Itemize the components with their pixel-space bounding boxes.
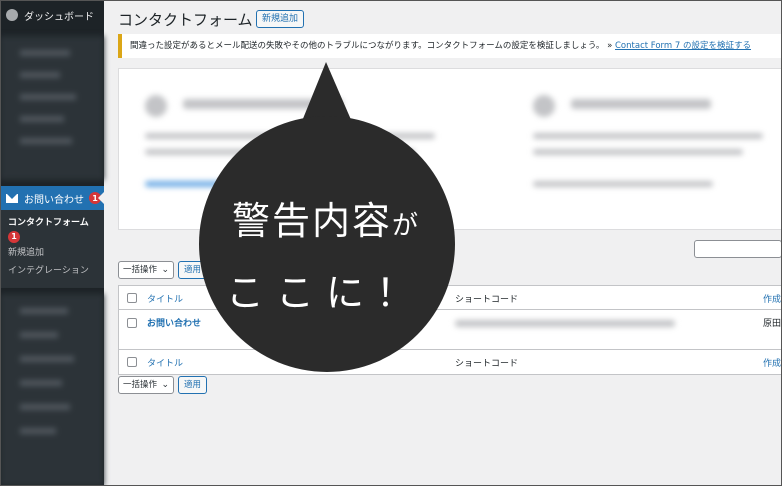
- submenu-item-integration[interactable]: インテグレーション: [8, 262, 104, 280]
- blurred-text-line: [533, 149, 743, 155]
- apply-button-bottom[interactable]: 適用: [178, 376, 208, 394]
- dashboard-icon: [6, 9, 18, 21]
- bulk-actions-select-top[interactable]: 一括操作 ⌄: [118, 261, 174, 279]
- chevron-down-icon: ⌄: [161, 380, 169, 390]
- validate-config-link[interactable]: Contact Form 7 の設定を検証する: [615, 41, 751, 51]
- blurred-menu-items: [0, 294, 104, 486]
- page-title: コンタクトフォーム: [118, 11, 253, 29]
- select-all-checkbox-bottom[interactable]: [127, 357, 137, 367]
- blurred-text-line: [533, 181, 713, 187]
- sidebar-item-contact[interactable]: お問い合わせ 1: [0, 186, 104, 210]
- main-content: コンタクトフォーム 新規追加 間違った設定があるとメール配送の失敗やその他のトラ…: [104, 0, 782, 486]
- submenu-item-contact-forms[interactable]: コンタクトフォーム 1: [8, 216, 104, 244]
- apply-button-top[interactable]: 適用: [178, 261, 208, 279]
- blurred-heading: [183, 99, 343, 109]
- sidebar-item-label: ダッシュボード: [24, 11, 94, 23]
- column-title-footer[interactable]: タイトル: [147, 356, 183, 369]
- blurred-icon: [145, 95, 167, 117]
- bulk-actions-select-bottom[interactable]: 一括操作 ⌄: [118, 376, 174, 394]
- blurred-icon: [533, 95, 555, 117]
- form-author: 原田: [763, 319, 782, 329]
- notice-message: 間違った設定があるとメール配送の失敗やその他のトラブルにつながります。コンタクト…: [130, 41, 613, 51]
- contact-submenu: コンタクトフォーム 1 新規追加 インテグレーション: [0, 210, 104, 288]
- add-new-button[interactable]: 新規追加: [256, 10, 305, 28]
- submenu-item-add-new[interactable]: 新規追加: [8, 244, 104, 262]
- blurred-heading: [571, 99, 711, 109]
- chevron-down-icon: ⌄: [161, 265, 169, 275]
- submenu-item-label: コンタクトフォーム: [8, 218, 89, 228]
- notification-badge: 1: [8, 231, 20, 243]
- table-row: お問い合わせ 原田: [119, 310, 781, 350]
- column-shortcode-footer: ショートコード: [455, 359, 519, 369]
- blurred-shortcode: [455, 320, 675, 327]
- forms-table: タイトル ショートコード 作成 お問い合わせ 原田 タイトル ショートコード 作…: [118, 285, 782, 375]
- table-footer-row: タイトル ショートコード 作成: [119, 350, 781, 374]
- column-shortcode-header: ショートコード: [455, 295, 519, 305]
- blurred-text-line: [145, 149, 415, 155]
- sidebar-item-dashboard[interactable]: ダッシュボード: [0, 0, 104, 30]
- select-all-checkbox[interactable]: [127, 293, 137, 303]
- form-title-link[interactable]: お問い合わせ: [147, 316, 201, 329]
- column-title-header[interactable]: タイトル: [147, 292, 183, 305]
- blurred-menu-items: [0, 36, 104, 180]
- blurred-text-line: [533, 133, 763, 139]
- bulk-actions-label: 一括操作: [123, 265, 158, 275]
- column-author-footer[interactable]: 作成: [763, 356, 781, 369]
- warning-notice: 間違った設定があるとメール配送の失敗やその他のトラブルにつながります。コンタクト…: [118, 34, 782, 58]
- blurred-link: [145, 181, 375, 187]
- search-input[interactable]: [694, 240, 782, 258]
- column-author-header[interactable]: 作成: [763, 292, 781, 305]
- row-checkbox[interactable]: [127, 318, 137, 328]
- blurred-info-panel: [118, 68, 782, 230]
- sidebar-item-label: お問い合わせ: [24, 194, 84, 206]
- blurred-text-line: [145, 133, 435, 139]
- bulk-actions-label: 一括操作: [123, 380, 158, 390]
- admin-sidebar: ダッシュボード お問い合わせ 1 コンタクトフォーム 1 新規追加 インテグレー…: [0, 0, 104, 486]
- notification-badge: 1: [89, 192, 101, 204]
- mail-icon: [6, 193, 18, 203]
- table-header-row: タイトル ショートコード 作成: [119, 286, 781, 310]
